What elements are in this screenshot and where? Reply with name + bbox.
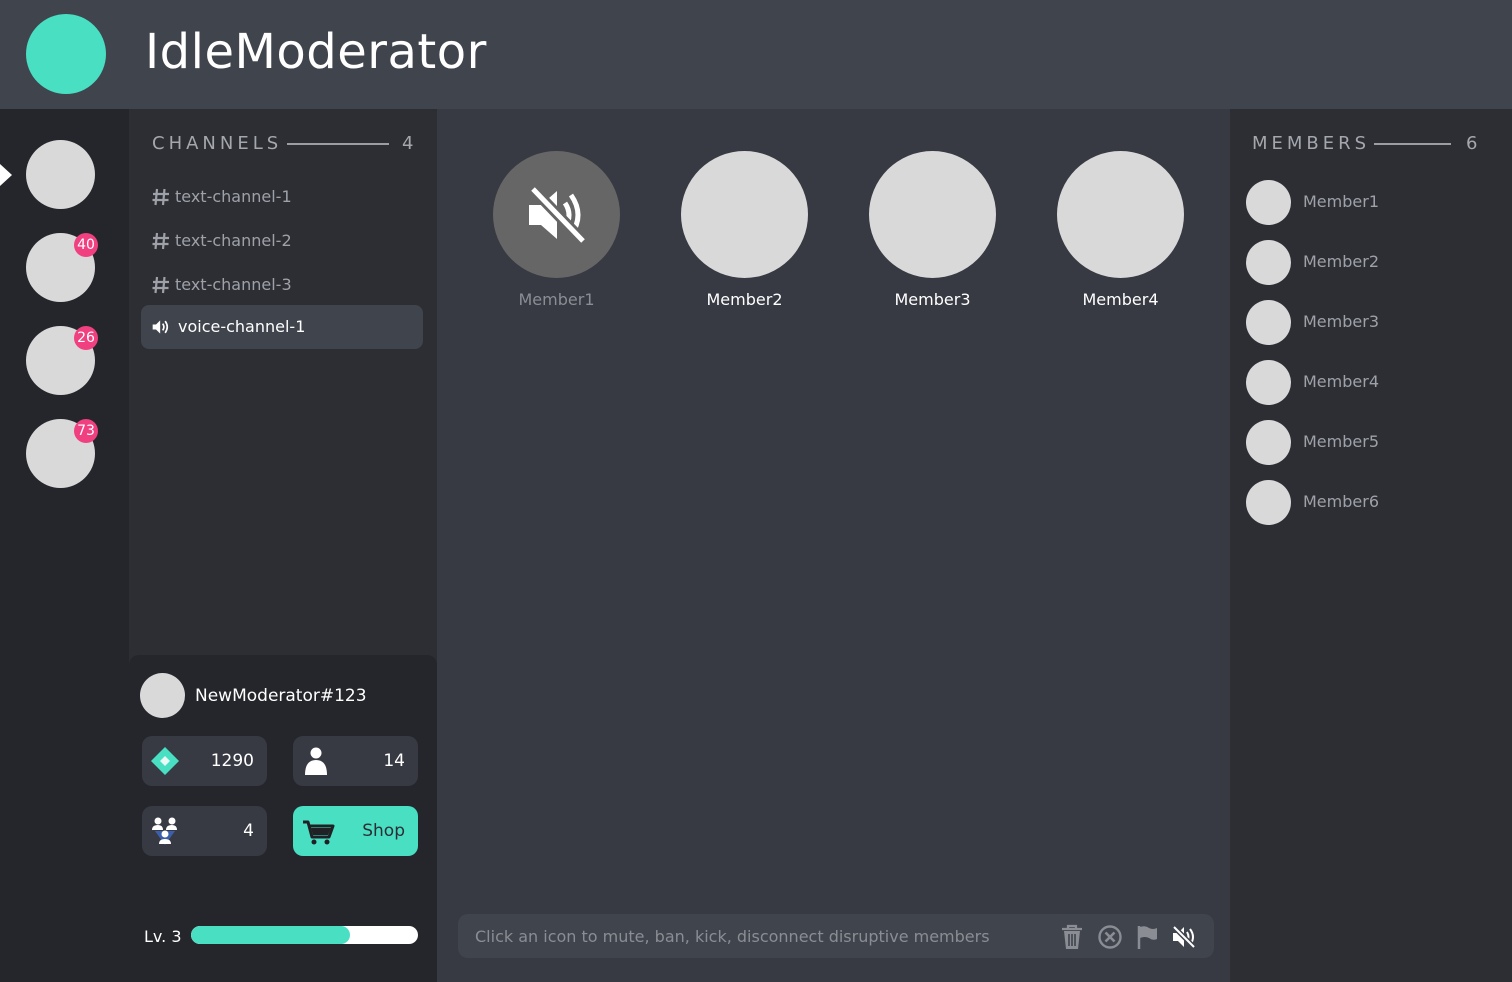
server-list: 40 26 73 (0, 109, 129, 982)
member-list-item[interactable]: Member3 (1246, 300, 1496, 346)
gems-stat: 1290 (142, 736, 267, 786)
channel-text-1[interactable]: text-channel-1 (141, 175, 423, 219)
avatar[interactable] (140, 673, 185, 718)
avatar (1246, 360, 1291, 405)
level-progress-bar (191, 926, 418, 944)
group-icon (152, 817, 177, 845)
member-name: Member4 (1303, 372, 1379, 391)
server-icon-3[interactable]: 26 (26, 326, 98, 395)
app-header: IdleModerator (0, 0, 1512, 109)
members-heading: MEMBERS (1252, 133, 1371, 154)
members-count: 6 (1466, 133, 1478, 154)
channel-label: voice-channel-1 (178, 317, 306, 336)
app-title: IdleModerator (145, 24, 487, 80)
member-name: Member1 (1303, 192, 1379, 211)
avatar (1246, 180, 1291, 225)
voice-avatar (1057, 151, 1184, 278)
server-icon-2[interactable]: 40 (26, 233, 98, 302)
server-icon-1[interactable] (26, 140, 95, 209)
voice-member-1[interactable]: Member1 (493, 151, 620, 309)
member-sidebar: MEMBERS 6 Member1 Member2 Member3 Member… (1230, 109, 1512, 982)
hash-icon (152, 232, 169, 250)
channel-voice-1[interactable]: voice-channel-1 (141, 305, 423, 349)
voice-member-3[interactable]: Member3 (869, 151, 996, 309)
channel-text-3[interactable]: text-channel-3 (141, 263, 423, 307)
divider (287, 143, 389, 145)
cart-icon (303, 820, 335, 845)
member-name: Member2 (1303, 252, 1379, 271)
gem-icon (151, 747, 179, 775)
app-logo (26, 14, 106, 94)
selected-server-indicator (0, 164, 12, 186)
channels-heading: CHANNELS (152, 133, 283, 154)
muted-speaker-icon (529, 185, 587, 245)
person-icon (305, 747, 327, 775)
member-list-item[interactable]: Member4 (1246, 360, 1496, 406)
member-list-item[interactable]: Member2 (1246, 240, 1496, 286)
shop-button[interactable]: Shop (293, 806, 418, 856)
voice-member-name: Member3 (894, 290, 971, 309)
hash-icon (152, 188, 169, 206)
voice-member-name: Member4 (1082, 290, 1159, 309)
channel-label: text-channel-3 (175, 275, 292, 294)
member-list-item[interactable]: Member6 (1246, 480, 1496, 526)
level-progress-fill (191, 926, 350, 944)
action-hint: Click an icon to mute, ban, kick, discon… (475, 927, 990, 946)
voice-member-4[interactable]: Member4 (1057, 151, 1184, 309)
voice-avatar (869, 151, 996, 278)
user-profile-panel: NewModerator#123 1290 14 4 Shop Lv. 3 (129, 655, 437, 982)
shop-label: Shop (362, 821, 405, 841)
username: NewModerator#123 (195, 686, 367, 706)
channels-count: 4 (402, 133, 414, 154)
level-label: Lv. 3 (144, 927, 182, 946)
voice-member-2[interactable]: Member2 (681, 151, 808, 309)
team-stat: 4 (142, 806, 267, 856)
voice-channel-view: Member1 Member2 Member3 Member4 Click an… (437, 109, 1230, 982)
member-list-item[interactable]: Member5 (1246, 420, 1496, 466)
speaker-icon (152, 320, 169, 334)
moderation-action-bar: Click an icon to mute, ban, kick, discon… (458, 914, 1214, 958)
member-name: Member3 (1303, 312, 1379, 331)
voice-avatar (493, 151, 620, 278)
unread-badge: 73 (74, 419, 98, 443)
channel-label: text-channel-1 (175, 187, 292, 206)
ban-icon[interactable] (1097, 924, 1123, 950)
avatar (1246, 420, 1291, 465)
unread-badge: 26 (74, 326, 98, 350)
server-icon-4[interactable]: 73 (26, 419, 98, 488)
followers-value: 14 (383, 751, 405, 771)
member-name: Member5 (1303, 432, 1379, 451)
voice-avatar (681, 151, 808, 278)
gems-value: 1290 (210, 751, 254, 771)
followers-stat: 14 (293, 736, 418, 786)
avatar (1246, 300, 1291, 345)
member-list-item[interactable]: Member1 (1246, 180, 1496, 226)
channel-label: text-channel-2 (175, 231, 292, 250)
team-value: 4 (243, 821, 254, 841)
voice-member-name: Member1 (518, 290, 595, 309)
mute-icon[interactable] (1171, 924, 1197, 950)
divider (1374, 143, 1451, 145)
channel-text-2[interactable]: text-channel-2 (141, 219, 423, 263)
trash-icon[interactable] (1059, 924, 1085, 950)
unread-badge: 40 (74, 233, 98, 257)
member-name: Member6 (1303, 492, 1379, 511)
flag-icon[interactable] (1135, 924, 1161, 950)
hash-icon (152, 276, 169, 294)
voice-member-name: Member2 (706, 290, 783, 309)
avatar (1246, 240, 1291, 285)
avatar (1246, 480, 1291, 525)
